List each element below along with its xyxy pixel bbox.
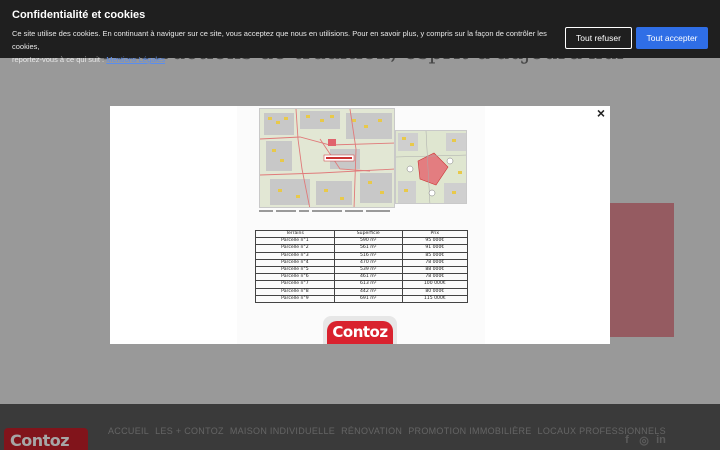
- cell-parcelle: Parcelle n°4: [255, 258, 335, 268]
- cell-parcelle: Parcelle n°8: [255, 287, 335, 296]
- site-map-inset: [395, 130, 467, 204]
- legal-notice-link[interactable]: Mentions Légales: [106, 55, 165, 64]
- cell-prix: 78 000€: [401, 273, 469, 282]
- table-row: Parcelle n°6 461 m² 78 000€: [255, 273, 469, 282]
- table-row: Parcelle n°9 691 m² 115 000€: [255, 294, 469, 304]
- cookie-text-line1: Ce site utilise des cookies. En continua…: [12, 29, 547, 51]
- table-row: Parcelle n°3 516 m² 85 000€: [255, 251, 469, 260]
- cell-parcelle: Parcelle n°9: [255, 294, 335, 304]
- cell-prix: 78 000€: [401, 258, 469, 268]
- cell-superficie: 561 m²: [333, 244, 403, 253]
- cell-superficie: 516 m²: [333, 251, 403, 260]
- table-header-row: Terrains Superficie Prix: [255, 229, 469, 239]
- cell-superficie: 691 m²: [333, 294, 403, 304]
- cell-parcelle: Parcelle n°6: [255, 273, 335, 282]
- cell-parcelle: Parcelle n°3: [255, 251, 335, 260]
- cell-parcelle: Parcelle n°2: [255, 244, 335, 253]
- cookie-banner-title: Confidentialité et cookies: [12, 9, 146, 21]
- cell-prix: 100 000€: [401, 280, 469, 289]
- cell-prix: 85 000€: [401, 251, 469, 260]
- col-header-terrains: Terrains: [255, 229, 335, 239]
- cookie-banner: Confidentialité et cookies Ce site utili…: [0, 0, 720, 64]
- cell-superficie: 442 m²: [333, 287, 403, 296]
- cell-superficie: 590 m²: [333, 237, 403, 246]
- accept-all-button[interactable]: Tout accepter: [636, 27, 708, 49]
- contoz-logo-text: Contoz: [327, 321, 393, 344]
- cell-prix: 80 000€: [401, 287, 469, 296]
- cookie-text-line2: reportez-vous à ce qui suit :: [12, 55, 105, 64]
- cell-superficie: 613 m²: [333, 280, 403, 289]
- site-map: [259, 108, 395, 208]
- cell-parcelle: Parcelle n°5: [255, 266, 335, 275]
- cell-superficie: 470 m²: [333, 258, 403, 268]
- cell-prix: 88 000€: [401, 266, 469, 275]
- plots-table: Terrains Superficie Prix Parcelle n°1 590…: [255, 229, 469, 304]
- cell-superficie: 461 m²: [333, 273, 403, 282]
- cell-parcelle: Parcelle n°1: [255, 237, 335, 246]
- cell-superficie: 539 m²: [333, 266, 403, 275]
- contoz-logo: Contoz: [323, 316, 397, 344]
- table-row: Parcelle n°8 442 m² 80 000€: [255, 287, 469, 296]
- plot-plan-image: Terrains Superficie Prix Parcelle n°1 590…: [237, 106, 485, 344]
- cell-parcelle: Parcelle n°7: [255, 280, 335, 289]
- map-legend: [259, 210, 469, 214]
- cell-prix: 115 000€: [401, 294, 469, 304]
- table-row: Parcelle n°5 539 m² 88 000€: [255, 266, 469, 275]
- close-icon[interactable]: ×: [594, 106, 608, 120]
- table-row: Parcelle n°2 561 m² 91 000€: [255, 244, 469, 253]
- table-row: Parcelle n°4 470 m² 78 000€: [255, 258, 469, 268]
- col-header-superficie: Superficie: [333, 229, 403, 239]
- cell-prix: 91 000€: [401, 244, 469, 253]
- col-header-prix: Prix: [401, 229, 469, 239]
- cookie-banner-text: Ce site utilise des cookies. En continua…: [12, 27, 552, 66]
- table-row: Parcelle n°1 590 m² 95 000€: [255, 237, 469, 246]
- table-row: Parcelle n°7 613 m² 100 000€: [255, 280, 469, 289]
- cell-prix: 95 000€: [401, 237, 469, 246]
- refuse-all-button[interactable]: Tout refuser: [565, 27, 632, 49]
- image-lightbox: Terrains Superficie Prix Parcelle n°1 590…: [110, 106, 610, 344]
